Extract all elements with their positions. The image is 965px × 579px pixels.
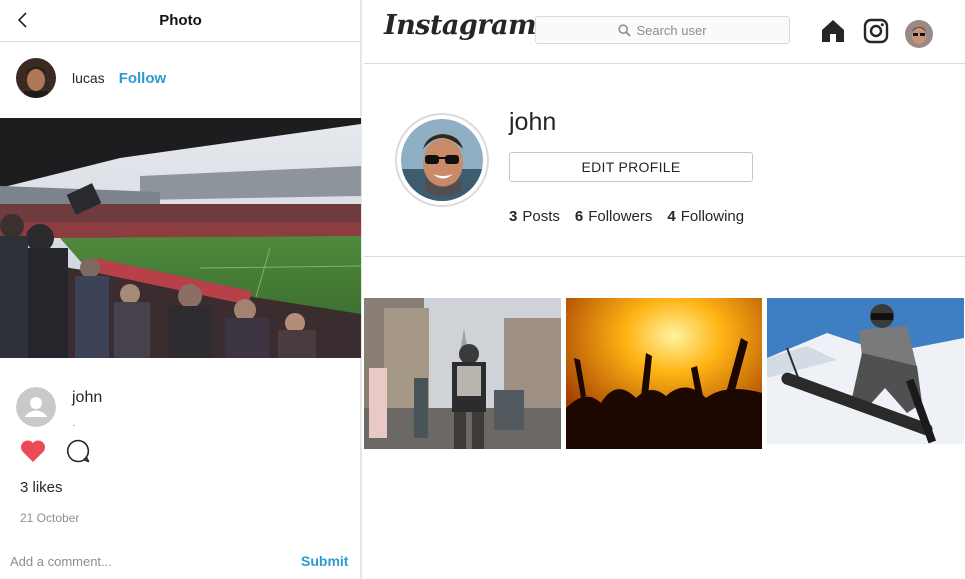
- stat-followers-count: 6: [574, 208, 584, 225]
- snowboard-post[interactable]: [767, 298, 964, 444]
- photo-title: Photo: [159, 12, 202, 29]
- edit-profile-button[interactable]: EDIT PROFILE: [509, 152, 753, 182]
- search-input[interactable]: Search user: [535, 16, 790, 44]
- stat-posts[interactable]: 3 Posts: [509, 208, 560, 225]
- photo-panel: Photo lucas Follow john . 3 likes 21 Oct…: [0, 0, 362, 579]
- stat-posts-count: 3: [509, 208, 518, 225]
- likes-number: 3: [20, 479, 29, 496]
- stat-followers-label: Followers: [588, 208, 653, 225]
- submit-button[interactable]: Submit: [301, 553, 348, 569]
- follow-button[interactable]: Follow: [119, 70, 167, 87]
- post-actions: [19, 438, 91, 464]
- city-street-post[interactable]: [364, 298, 561, 449]
- instagram-camera-icon[interactable]: [863, 18, 889, 44]
- stat-posts-label: Posts: [522, 208, 560, 225]
- home-icon[interactable]: [820, 18, 846, 44]
- search-placeholder: Search user: [636, 22, 707, 38]
- profile-photo: [401, 119, 483, 201]
- comment-text: .: [72, 415, 76, 429]
- photo-header: Photo: [0, 0, 361, 42]
- divider: [364, 256, 965, 257]
- profile-panel: Instagram Search user john EDIT PROFILE …: [364, 0, 965, 579]
- stat-following[interactable]: 4 Following: [667, 208, 744, 225]
- likes-label: likes: [32, 479, 63, 496]
- post-date: 21 October: [20, 511, 80, 525]
- profile-avatar[interactable]: [395, 113, 489, 207]
- stat-following-count: 4: [667, 208, 676, 225]
- top-nav: Instagram Search user: [364, 0, 965, 64]
- profile-stats: 3 Posts 6 Followers 4 Following: [509, 208, 759, 225]
- heart-icon[interactable]: [19, 438, 47, 464]
- owner-avatar[interactable]: [16, 58, 56, 98]
- owner-name[interactable]: lucas: [72, 70, 105, 86]
- concert-crowd-post[interactable]: [566, 298, 762, 449]
- comment-bubble-icon[interactable]: [65, 438, 91, 464]
- post-image: [0, 118, 361, 358]
- search-icon: [618, 23, 632, 37]
- likes-count: 3 likes: [20, 479, 63, 496]
- stat-following-label: Following: [680, 208, 745, 225]
- default-user-icon[interactable]: [16, 387, 56, 427]
- instagram-logo[interactable]: Instagram: [384, 10, 537, 41]
- nav-avatar[interactable]: [905, 20, 933, 48]
- comment-input[interactable]: [10, 551, 290, 571]
- stat-followers[interactable]: 6 Followers: [575, 208, 653, 225]
- post-owner: lucas Follow: [16, 58, 166, 98]
- profile-username: john: [509, 108, 557, 136]
- comment-row: john .: [16, 387, 102, 429]
- comment-username[interactable]: john: [72, 389, 102, 427]
